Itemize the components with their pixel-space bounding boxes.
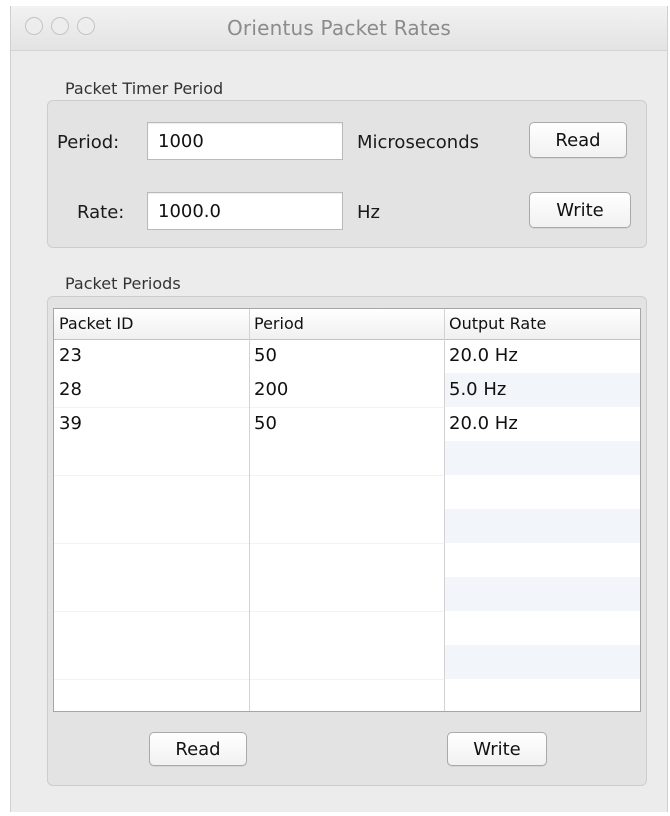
column-divider bbox=[249, 309, 250, 711]
period-cell: 50 bbox=[254, 413, 277, 434]
rate-input[interactable] bbox=[147, 192, 343, 230]
row-stripe bbox=[444, 645, 640, 679]
packet-id-cell: 39 bbox=[59, 413, 82, 434]
table-header: Packet ID Period Output Rate bbox=[54, 309, 640, 340]
packet-periods-table[interactable]: Packet ID Period Output Rate 23 50 20.0 … bbox=[53, 308, 641, 712]
period-unit-label: Microseconds bbox=[357, 132, 480, 153]
period-cell: 50 bbox=[254, 345, 277, 366]
rate-label: Rate: bbox=[77, 202, 125, 223]
column-header-period[interactable]: Period bbox=[249, 309, 444, 339]
column-header-output-rate[interactable]: Output Rate bbox=[444, 309, 640, 339]
packet-timer-period-label: Packet Timer Period bbox=[65, 79, 224, 98]
timer-write-button[interactable]: Write bbox=[529, 192, 631, 228]
period-cell: 200 bbox=[254, 379, 289, 400]
rate-unit-label: Hz bbox=[357, 202, 380, 223]
output-rate-cell: 20.0 Hz bbox=[449, 345, 518, 366]
period-label: Period: bbox=[57, 132, 120, 153]
output-rate-cell: 20.0 Hz bbox=[449, 413, 518, 434]
row-stripe bbox=[444, 577, 640, 611]
row-stripe bbox=[444, 509, 640, 543]
timer-read-button[interactable]: Read bbox=[529, 122, 627, 158]
table-row[interactable]: 23 50 20.0 Hz bbox=[54, 339, 640, 373]
packets-write-button[interactable]: Write bbox=[447, 732, 547, 766]
packet-periods-label: Packet Periods bbox=[65, 274, 181, 293]
row-stripe bbox=[444, 441, 640, 475]
packet-id-cell: 23 bbox=[59, 345, 82, 366]
title-bar[interactable]: Orientus Packet Rates bbox=[11, 6, 667, 51]
column-divider bbox=[444, 309, 445, 711]
table-row[interactable]: 39 50 20.0 Hz bbox=[54, 407, 640, 441]
table-row[interactable]: 28 200 5.0 Hz bbox=[54, 373, 640, 407]
packet-rates-window: Orientus Packet Rates Packet Timer Perio… bbox=[10, 6, 668, 812]
packets-read-button[interactable]: Read bbox=[149, 732, 247, 766]
window-title: Orientus Packet Rates bbox=[226, 16, 452, 40]
output-rate-cell: 5.0 Hz bbox=[449, 379, 507, 400]
period-input[interactable] bbox=[147, 122, 343, 160]
packet-id-cell: 28 bbox=[59, 379, 82, 400]
column-header-packet-id[interactable]: Packet ID bbox=[54, 309, 249, 339]
